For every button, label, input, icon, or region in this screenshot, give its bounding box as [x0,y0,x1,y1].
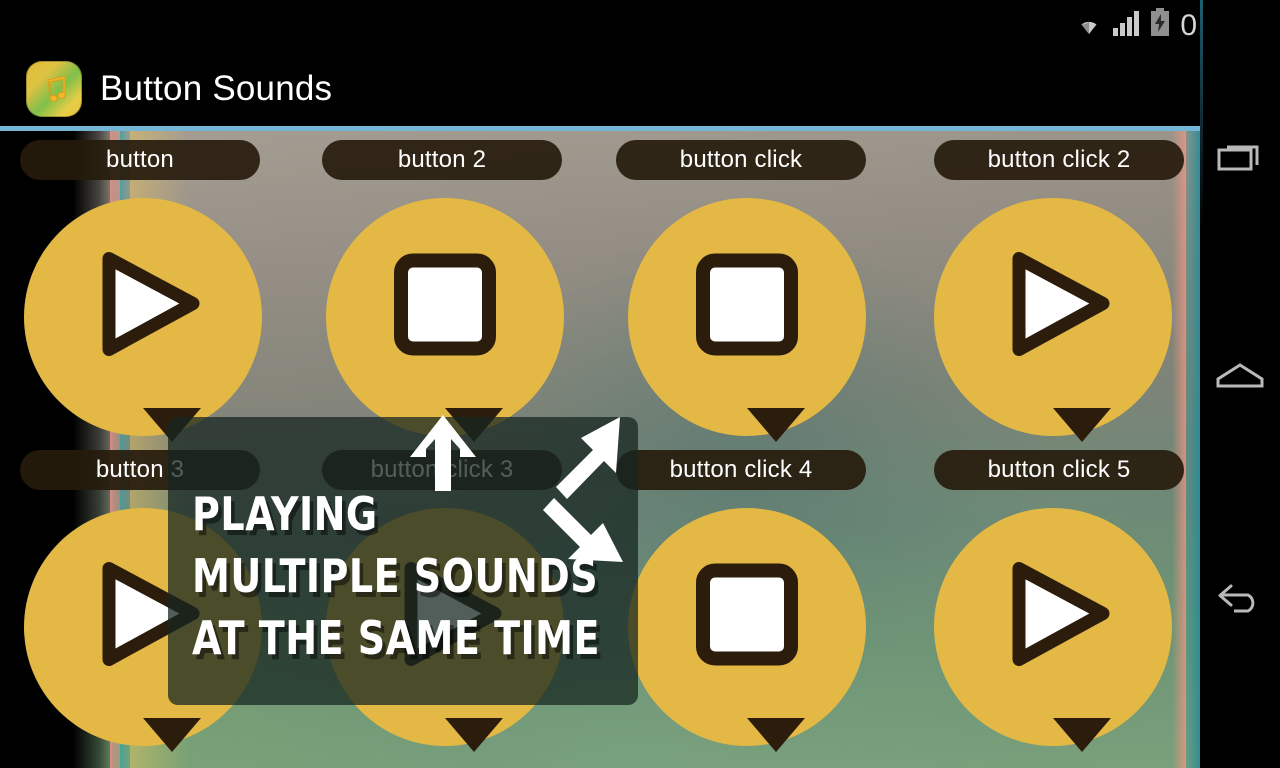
sound-button-cell[interactable]: button click 2 [920,140,1200,450]
disc-icon-wrap [934,508,1172,752]
nav-home-button[interactable] [1200,338,1280,418]
disc-icon-wrap [326,198,564,442]
sound-label-pill: button 2 [322,140,562,180]
music-note-app-icon [26,61,82,117]
page-title: Button Sounds [100,69,333,108]
tutorial-overlay: PLAYING MULTIPLE SOUNDS AT THE SAME TIME [168,415,638,705]
disc-icon-wrap [24,198,262,442]
system-navigation-bar [1200,0,1280,768]
sound-button-cell[interactable]: button 2 [312,140,592,450]
nav-recents-button[interactable] [1200,120,1280,200]
recents-icon[interactable] [1216,136,1264,185]
sound-label-pill: button click 2 [934,140,1184,180]
status-icon-group [1074,8,1170,41]
sound-disc[interactable] [628,198,866,442]
sound-label-pill: button click 5 [934,450,1184,490]
play-icon[interactable] [993,555,1113,680]
sound-disc[interactable] [24,198,262,442]
sound-disc[interactable] [934,198,1172,442]
play-icon[interactable] [83,245,203,370]
tutorial-text: PLAYING MULTIPLE SOUNDS AT THE SAME TIME [192,483,600,669]
battery-charging-icon [1150,8,1170,41]
app-title-bar: Button Sounds [0,52,1280,126]
back-icon[interactable] [1214,579,1266,622]
button-row-1: button button 2 button click button clic… [0,140,1200,450]
sound-button-cell[interactable]: button click 4 [614,450,894,760]
sound-label: button click 4 [669,456,813,483]
cellular-signal-icon [1113,10,1141,41]
wifi-icon [1074,12,1104,41]
sound-disc[interactable] [934,508,1172,752]
screen: 01:20 Button Sounds button [0,0,1280,768]
tutorial-line-2: MULTIPLE SOUNDS [192,549,599,603]
stop-icon[interactable] [694,252,800,363]
home-icon[interactable] [1215,359,1265,398]
stop-icon[interactable] [392,252,498,363]
disc-icon-wrap [628,508,866,752]
status-bar: 01:20 [0,0,1280,52]
disc-icon-wrap [628,198,866,442]
sound-label: button [106,146,174,173]
sound-label: button click [679,146,803,173]
play-icon[interactable] [993,245,1113,370]
sound-button-cell[interactable]: button click 5 [920,450,1200,760]
sound-label: button 2 [397,146,487,173]
tutorial-line-3: AT THE SAME TIME [192,611,600,665]
stop-icon[interactable] [694,562,800,673]
arrow-up-icon [410,415,476,491]
tutorial-line-1: PLAYING [192,487,378,541]
sound-disc[interactable] [628,508,866,752]
sound-label: button click 2 [987,146,1131,173]
sound-button-cell[interactable]: button [10,140,290,450]
sound-disc[interactable] [326,198,564,442]
sound-label-pill: button click 4 [616,450,866,490]
disc-icon-wrap [934,198,1172,442]
sound-label-pill: button click [616,140,866,180]
sound-button-cell[interactable]: button click [614,140,894,450]
nav-back-button[interactable] [1200,560,1280,640]
sound-label: button click 5 [987,456,1131,483]
sound-label-pill: button [20,140,260,180]
sound-button-grid: button button 2 button click button clic… [0,131,1200,768]
